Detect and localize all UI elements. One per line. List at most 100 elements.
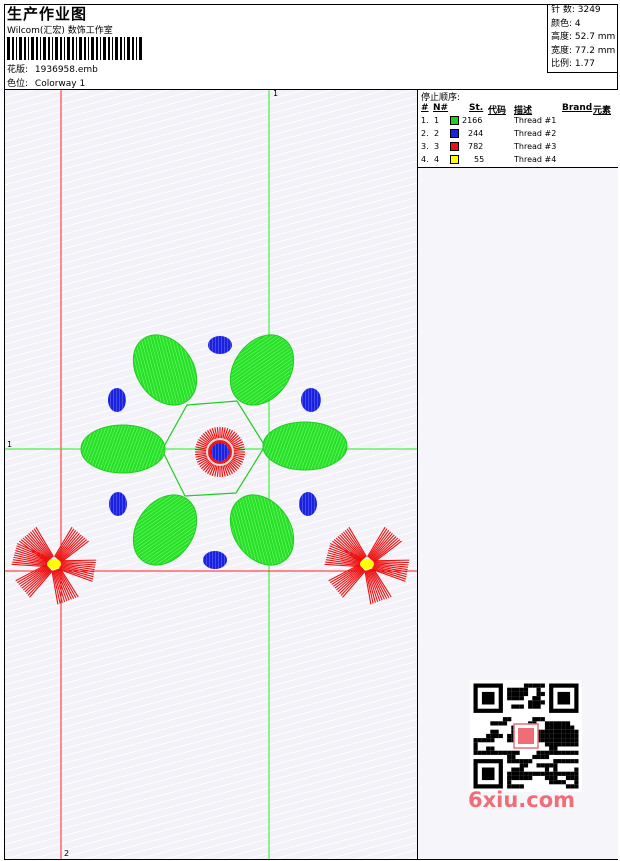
qr-module [544,767,550,772]
qr-module [536,750,541,755]
qr-module [553,742,558,747]
qr-module [574,729,579,734]
color-swatch [450,116,459,125]
barcode-bar [108,37,110,60]
barcode-bar [31,37,34,60]
col-n: N# [433,103,449,113]
qr-module [507,696,512,701]
qr-module [540,733,545,739]
barcode-bar [100,37,101,60]
table-row[interactable]: 3. 3 782 Thread #3 [418,141,618,154]
qr-module [553,721,558,726]
barcode-bar [36,37,38,60]
qr-module [570,759,575,764]
qr-module [523,687,529,692]
row-desc: Thread #1 [514,116,557,125]
qr-module [519,687,524,692]
qr-module [515,687,520,692]
qr-module [553,733,558,739]
header: 生产作业图 Wilcom(汇宏) 数饰工作室 花版: 1936958.emb 色… [4,4,618,90]
qr-module [561,750,566,755]
barcode-bar [12,37,14,60]
qr-module [473,750,478,755]
qr-module [473,738,478,743]
qr-module [511,767,516,772]
blue-dot-bottom [203,551,227,569]
qr-module [532,754,537,760]
row-n: 3 [434,142,440,151]
qr-module [540,754,545,760]
row-desc: Thread #2 [514,129,557,138]
qr-module [536,700,541,705]
qr-module [570,729,575,734]
qr-module [561,738,566,743]
design-width: 宽度: 77.2 mm [551,45,616,56]
qr-module [486,750,491,755]
petal-bottom-right [229,494,295,566]
barcode-bar [79,37,82,60]
qr-center-logo-fill [518,728,534,744]
axis-label-bottom: 2 [64,849,69,858]
qr-module [544,750,550,755]
qr-module [532,683,537,688]
qr-module [507,771,512,776]
barcode-bar [124,37,125,60]
qr-module [553,725,558,730]
barcode-bar [88,37,89,60]
blue-dot-lower-right [299,492,317,516]
table-row[interactable]: 4. 4 55 Thread #4 [418,154,618,167]
stitch [373,559,410,562]
barcode-bar [67,37,70,60]
colorway-line: 色位: Colorway 1 [7,76,85,89]
qr-module [553,775,558,781]
qr-module [574,775,579,781]
qr-module [494,733,499,739]
qr-module [523,759,529,764]
qr-module [549,780,554,785]
qr-module [511,775,516,781]
barcode-bar [139,37,142,60]
qr-module [549,733,554,739]
row-n: 2 [434,129,440,138]
stitch [373,561,409,564]
qr-module [544,742,550,747]
qr-module [519,775,524,781]
qr-module [540,691,545,697]
qr-module [553,746,558,751]
qr-module [570,771,575,776]
row-num: 1. [421,116,429,125]
qr-module [574,742,579,747]
col-num: # [421,103,429,113]
qr-module [507,759,512,764]
qr-module [515,750,520,755]
qr-module [549,738,554,743]
qr-module [557,771,562,776]
qr-module [498,750,503,755]
table-row[interactable]: 1. 1 2166 Thread #1 [418,115,618,128]
axis-label-left: 1 [7,440,12,449]
color-swatch [450,142,459,151]
qr-module [532,704,537,709]
qr-module [507,691,512,697]
qr-module [574,759,579,764]
qr-module [557,725,562,730]
design-canvas[interactable]: 1 1 2 [5,90,418,859]
qr-module [544,775,550,781]
sequence-title: 停止顺序: [421,93,461,103]
table-row[interactable]: 2. 2 244 Thread #2 [418,128,618,141]
qr-code[interactable] [470,680,582,792]
qr-module [528,683,533,688]
qr-module [515,759,520,764]
qr-module [532,696,537,701]
qr-module [536,691,541,697]
barcode-bar [76,37,77,60]
qr-module [540,717,545,722]
studio-name: Wilcom(汇宏) 数饰工作室 [7,26,113,36]
barcode-bar [72,37,74,60]
qr-module [511,704,516,709]
qr-module [519,771,524,776]
row-st: 782 [468,142,484,151]
qr-module [574,733,579,739]
qr-module [502,750,508,755]
qr-module [570,742,575,747]
